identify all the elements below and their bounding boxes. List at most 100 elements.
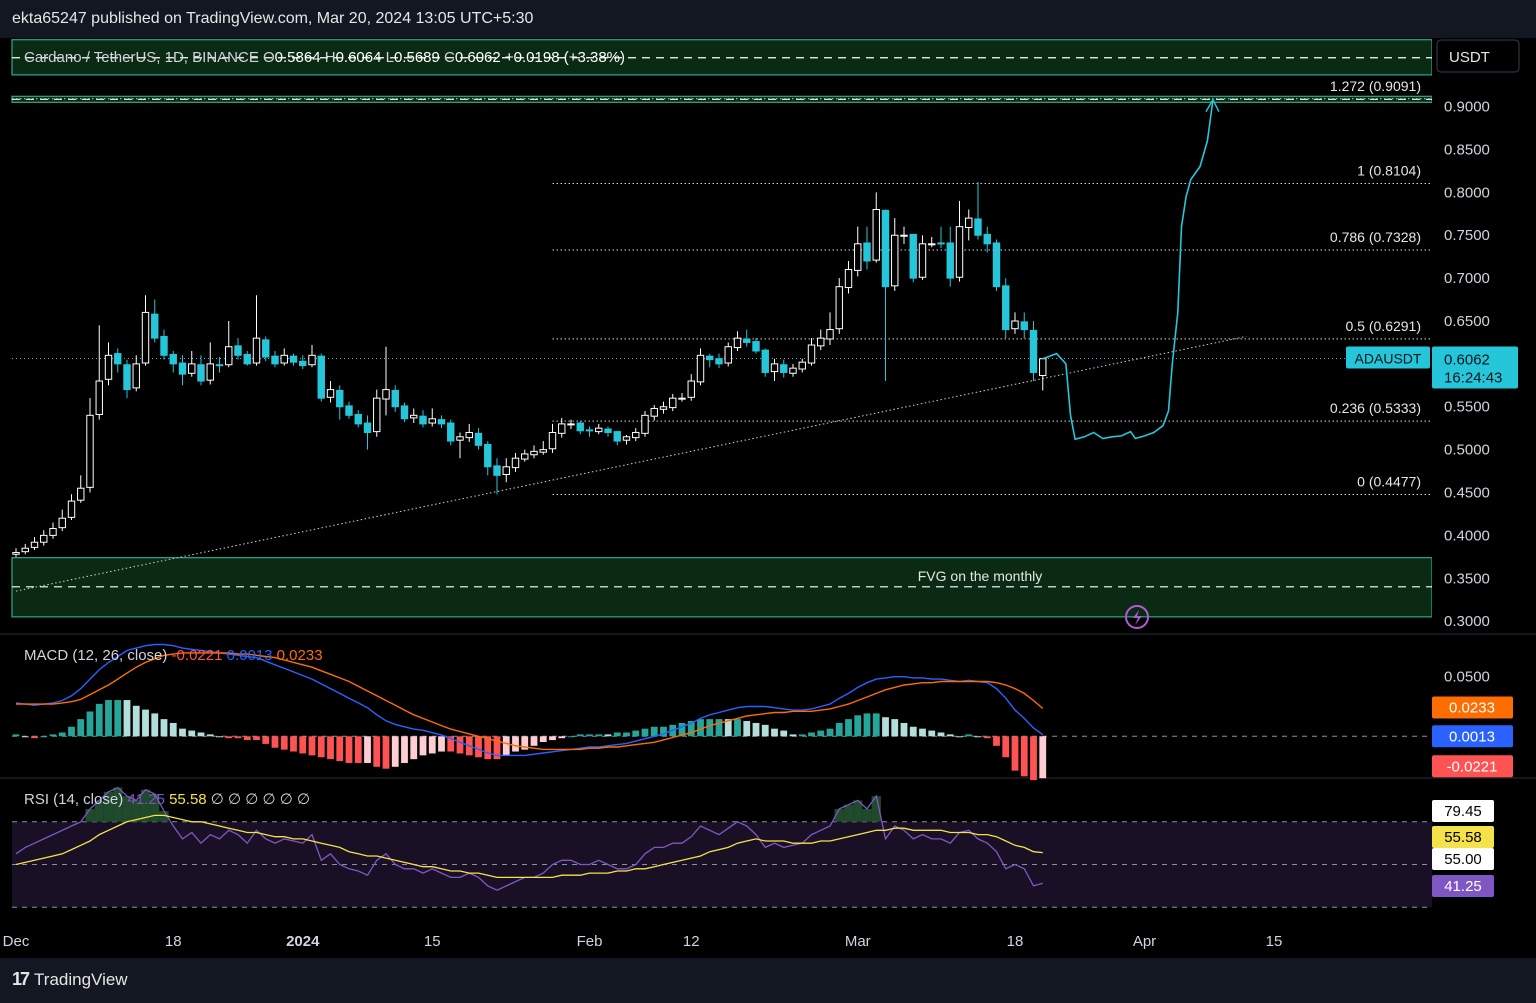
macd-histogram-bar: [114, 700, 122, 737]
macd-legend-part: MACD (12, 26, close): [24, 647, 167, 664]
macd-histogram-bar: [854, 715, 862, 737]
candle-body: [382, 389, 390, 400]
rsi-legend-part: RSI (14, close): [24, 791, 123, 808]
price-axis[interactable]: 0.95000.90000.85000.80000.75000.70000.65…: [0, 38, 1536, 958]
candle-body: [1029, 329, 1038, 373]
candle-body: [67, 500, 76, 518]
candle-body: [965, 217, 973, 229]
macd-histogram-bar: [216, 736, 223, 738]
macd-histogram-bar: [401, 736, 408, 763]
candle-body: [141, 311, 150, 364]
macd-histogram-bar: [604, 734, 612, 737]
candle-body: [678, 397, 686, 400]
candle-body: [326, 389, 335, 398]
candle-body: [419, 415, 427, 425]
chart-canvas[interactable]: FVG on the monthly 1.272 (0.9091) 1 (0.81…: [0, 38, 1536, 958]
macd-histogram-bar: [928, 730, 936, 737]
legend-part: +0.0198 (+3.38%): [501, 49, 625, 66]
candle-body: [715, 358, 723, 365]
macd-histogram-bar: [169, 722, 177, 737]
candle-body: [169, 353, 177, 365]
candle-body: [373, 397, 381, 433]
legend-part: L: [381, 49, 394, 66]
price-tick: 0.5500: [1444, 399, 1490, 416]
candle-body: [548, 431, 557, 450]
candle-body: [613, 431, 621, 442]
candle-body: [770, 363, 779, 373]
candle-body: [900, 234, 908, 237]
macd-histogram-bar: [863, 713, 871, 737]
macd-histogram-bar: [1002, 736, 1010, 758]
macd-histogram-bar: [21, 736, 29, 738]
time-tick: 2024: [286, 933, 320, 950]
time-tick: Feb: [577, 933, 603, 950]
candle-body: [650, 407, 658, 417]
candle-body: [225, 346, 233, 366]
macd-histogram-bar: [549, 736, 556, 741]
fib-label-1.272: 1.272 (0.9091): [1330, 78, 1421, 94]
candle-body: [595, 427, 603, 433]
macd-histogram-bar: [31, 736, 38, 739]
macd-histogram-bar: [438, 736, 445, 752]
zones-layer: FVG on the monthly: [11, 39, 1433, 618]
macd-histogram-bar: [12, 734, 20, 737]
macd-histogram-bar: [919, 728, 926, 737]
candle-body: [567, 423, 575, 426]
fib-layer: 1.272 (0.9091) 1 (0.8104) 0.786 (0.7328) 0.…: [12, 78, 1432, 495]
candle-body: [696, 354, 705, 383]
macd-histogram-bar: [132, 705, 140, 737]
macd-histogram-bar: [530, 736, 538, 746]
macd-histogram-bar: [160, 719, 168, 737]
trendline-layer: [12, 335, 1432, 592]
macd-histogram-bar: [974, 736, 982, 738]
macd-histogram-bar: [956, 736, 963, 738]
candle-body: [780, 364, 788, 373]
candle-body: [955, 226, 964, 278]
price-tick: 0.4000: [1444, 527, 1490, 544]
rsi-value-badge-text: 55.00: [1444, 851, 1482, 868]
macd-histogram-bar: [206, 734, 214, 737]
macd-histogram-bar: [354, 736, 362, 763]
candle-body: [539, 449, 547, 453]
macd-histogram-bar: [743, 721, 751, 737]
candle-body: [558, 423, 566, 434]
candle-body: [289, 355, 298, 363]
legend-part: 0.5864: [275, 49, 321, 66]
macd-histogram-bar: [576, 734, 584, 737]
candle-body: [123, 364, 131, 391]
candle-body: [992, 242, 1001, 288]
tv-logo-icon: 17: [12, 969, 30, 989]
macd-histogram-bar: [58, 732, 66, 737]
price-tick: 0.5000: [1444, 442, 1490, 459]
candle-body: [363, 422, 372, 433]
currency-label: USDT: [1449, 49, 1490, 66]
tradingview-logo[interactable]: 17 TradingView: [12, 969, 128, 990]
candle-body: [521, 453, 529, 460]
time-axis[interactable]: Dec 18 2024 15 Feb 12 Mar 18 Apr 15: [3, 933, 1283, 950]
price-tick: 0.3000: [1444, 613, 1490, 630]
macd-histogram-bar: [734, 719, 741, 737]
candle-body: [576, 422, 584, 432]
time-tick: 15: [424, 933, 441, 950]
candle-body: [641, 414, 649, 434]
macd-histogram-bar: [752, 722, 760, 737]
macd-histogram-bar: [715, 719, 723, 737]
macd-histogram-bar: [891, 719, 899, 737]
macd-histogram-bar: [993, 736, 1000, 746]
price-tick: 0.8000: [1444, 184, 1490, 201]
legend-part: Cardano / TetherUS, 1D, BINANCE: [24, 49, 259, 66]
macd-histogram-bar: [243, 736, 251, 741]
candle-body: [280, 354, 288, 364]
macd-histogram-bar: [983, 736, 991, 739]
candle-body: [391, 389, 399, 408]
price-tick: 0.6500: [1444, 313, 1490, 330]
candle-body: [410, 414, 418, 419]
macd-histogram-bar: [845, 719, 852, 737]
candle-body: [243, 353, 251, 365]
rsi-value-badge-text: 55.58: [1444, 829, 1482, 846]
candle-body: [12, 552, 20, 555]
macd-histogram-bar: [142, 709, 149, 737]
macd-histogram-bar: [382, 736, 390, 769]
macd-histogram-bar: [623, 732, 630, 737]
time-tick: Mar: [845, 933, 871, 950]
